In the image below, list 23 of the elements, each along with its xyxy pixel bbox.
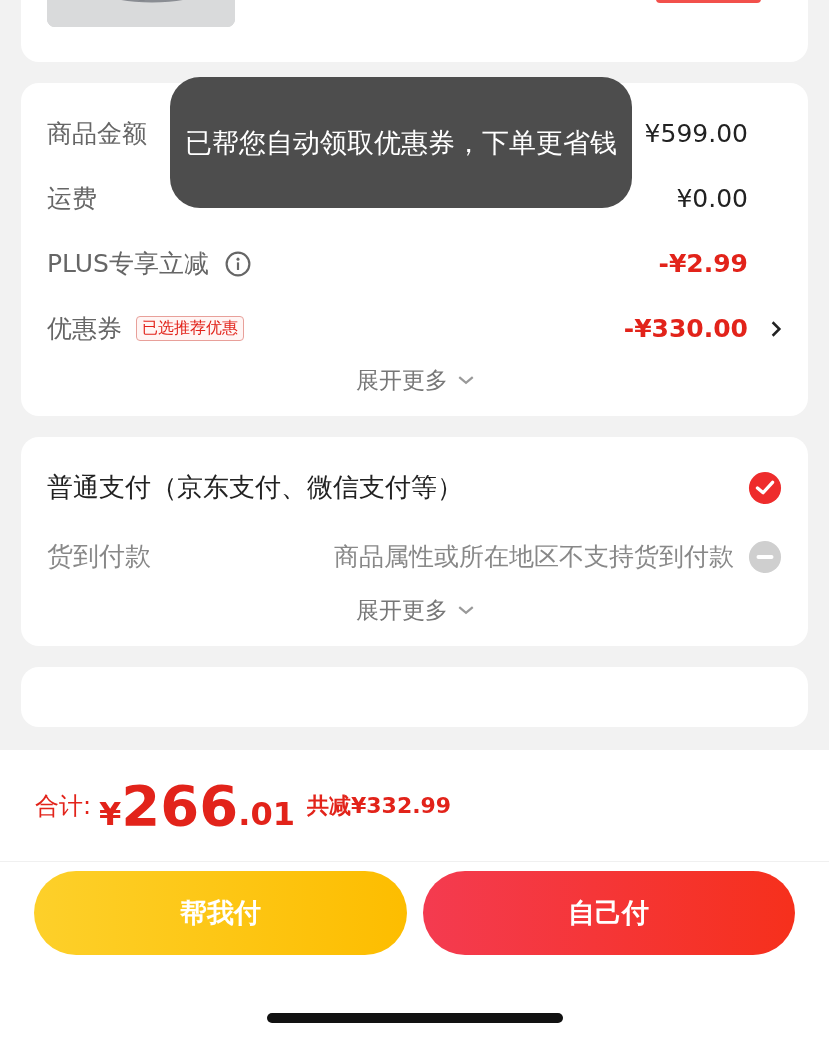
price-value: -¥330.00	[623, 314, 748, 343]
total-label: 合计:	[35, 790, 92, 822]
payment-note: 商品属性或所在地区不支持货到付款	[334, 541, 734, 573]
info-icon[interactable]	[224, 250, 251, 277]
chevron-right-icon[interactable]	[770, 319, 782, 338]
price-label: PLUS专享立减	[47, 248, 209, 280]
expand-more-link[interactable]: 展开更多	[355, 365, 474, 396]
price-value: ¥0.00	[676, 184, 748, 213]
toast: 已帮您自动领取优惠券，下单更省钱	[170, 77, 632, 208]
price-label: 商品金额	[47, 118, 147, 150]
price-label: 优惠券	[47, 313, 122, 345]
discount-total: 共减¥332.99	[306, 791, 452, 820]
chevron-down-icon	[457, 606, 474, 615]
payment-option[interactable]: 普通支付（京东支付、微信支付等）	[47, 470, 463, 505]
chevron-down-icon	[457, 376, 474, 385]
price-value: -¥2.99	[658, 249, 748, 278]
price-value: ¥599.00	[644, 119, 748, 148]
coupon-tag: 已选推荐优惠	[136, 316, 244, 341]
expand-more-link[interactable]: 展开更多	[355, 595, 474, 626]
price-label: 运费	[47, 183, 97, 215]
total-price: ¥266.01	[99, 773, 295, 838]
check-icon[interactable]	[748, 470, 782, 505]
pay-button[interactable]: 自己付	[422, 871, 795, 955]
